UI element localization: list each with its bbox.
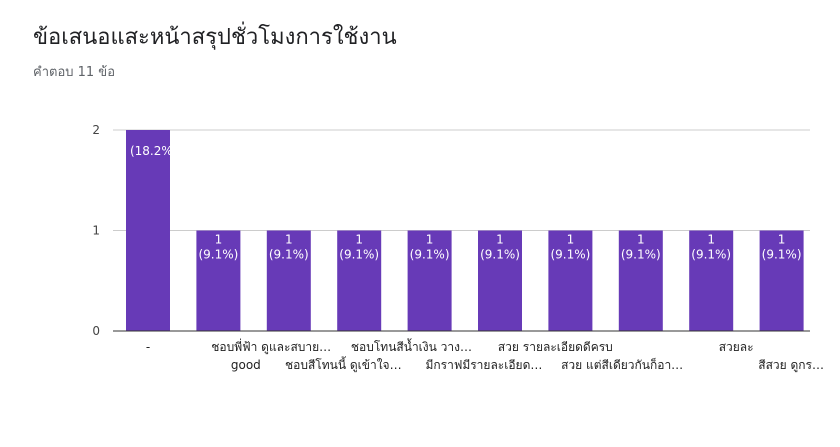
bar-data-label: (9.1%) <box>762 248 802 262</box>
y-axis-ticks: 0 1 2 <box>92 123 100 338</box>
bar <box>126 130 170 331</box>
bar-chart: 012 2 (18.2%)1(9.1%)1(9.1%)1(9.1%)1(9.1%… <box>92 123 824 373</box>
x-category-label: ชอบโทนสีน้ำเงิน วาง… <box>351 338 472 354</box>
bar-data-label: 1 <box>355 233 363 247</box>
bar-data-label: (9.1%) <box>621 248 661 262</box>
x-axis-labels: - good ชอบพี่ฟ้า ดูและสบาย…ชอบสีโทนนี้ ดูเ… <box>146 338 824 373</box>
bar-data-label: (9.1%) <box>410 248 450 262</box>
bar-data-label: (9.1%) <box>198 248 238 262</box>
bar-data-label: (9.1%) <box>269 248 309 262</box>
y-tick-label: 0 <box>92 324 100 338</box>
bar-data-label: 2 (18.2%) <box>119 144 178 158</box>
bar-data-label: 1 <box>285 233 293 247</box>
bar-data-label: 1 <box>567 233 575 247</box>
x-category-label: สวย รายละเอียดดีครบ <box>498 340 613 354</box>
bar-data-label: 1 <box>637 233 645 247</box>
x-category-label: สีสวย ดูกร… <box>758 358 824 373</box>
bar-data-label: (9.1%) <box>691 248 731 262</box>
x-category-label: - <box>146 340 150 354</box>
bar-data-label: (9.1%) <box>480 248 520 262</box>
bar-data-label: 1 <box>496 233 504 247</box>
bar-data-label: 1 <box>215 233 223 247</box>
x-category-label: good <box>231 358 261 372</box>
x-category-label: สวย แต่สีเดียวกันก็อา… <box>561 357 683 372</box>
y-tick-label: 2 <box>92 123 100 137</box>
bar-data-label: 1 <box>707 233 715 247</box>
x-category-label: มีกราฟมีรายละเอียด… <box>425 358 542 372</box>
x-category-label: ชอบพี่ฟ้า ดูและสบาย… <box>211 338 331 355</box>
bar-data-label: 1 <box>426 233 434 247</box>
x-category-label: สวยละ <box>719 340 754 354</box>
x-category-label: ชอบสีโทนนี้ ดูเข้าใจ… <box>285 356 402 373</box>
bar-data-label: 1 <box>778 233 786 247</box>
bar-data-label: (9.1%) <box>339 248 379 262</box>
bar-data-label: (9.1%) <box>550 248 590 262</box>
grid-lines <box>113 129 810 231</box>
y-tick-label: 1 <box>92 224 100 238</box>
